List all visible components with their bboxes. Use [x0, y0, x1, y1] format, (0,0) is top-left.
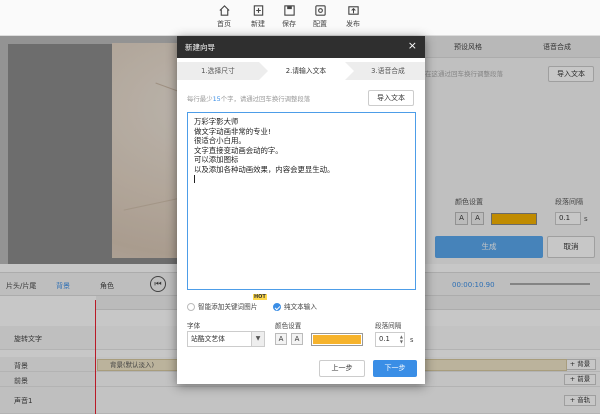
font-select-value: 站酷文艺体	[191, 335, 225, 343]
previous-step-button[interactable]: 上一步	[319, 360, 365, 377]
publish-icon	[347, 6, 359, 15]
step-voice-synthesis[interactable]: 3.语音合成	[345, 62, 425, 80]
hint-suffix: 个字，请通过回车换行调整段落	[220, 95, 311, 103]
toolbar-settings-button[interactable]: 配置	[303, 4, 337, 29]
toolbar-publish-label: 发布	[346, 20, 360, 28]
text-line: 万彩字影大师	[194, 117, 239, 126]
dialog-header: 新建向导 ×	[177, 36, 425, 58]
option-smart-label: 智能添加关键词图片	[198, 303, 258, 311]
toolbar-save-button[interactable]: 保存	[272, 4, 306, 29]
text-style-a2-button[interactable]: A	[291, 333, 303, 345]
next-step-button[interactable]: 下一步	[373, 360, 417, 377]
spacing-label: 段落间隔	[375, 322, 402, 330]
option-plain-label: 纯文本输入	[284, 303, 317, 311]
toolbar-publish-button[interactable]: 发布	[336, 4, 370, 29]
color-label: 颜色设置	[275, 322, 302, 330]
color-swatch-fill	[313, 335, 361, 344]
spacing-unit: s	[410, 336, 414, 344]
font-select[interactable]: 站酷文艺体 ▼	[187, 331, 265, 347]
toolbar-home-button[interactable]: 首页	[207, 4, 241, 29]
dialog-title: 新建向导	[185, 43, 215, 52]
save-icon	[283, 5, 295, 16]
option-smart-keyword-images[interactable]: 智能添加关键词图片	[187, 301, 257, 311]
plain-text-radio[interactable]	[273, 303, 281, 311]
text-line: 很适合小白用。	[194, 136, 246, 146]
import-text-button[interactable]: 导入文本	[368, 90, 414, 106]
color-swatch[interactable]	[311, 333, 363, 346]
step-arrow	[345, 62, 354, 80]
line-length-hint: 每行最少15个字，请通过回车换行调整段落	[187, 94, 310, 103]
smart-images-radio[interactable]	[187, 303, 195, 311]
settings-icon	[314, 5, 326, 16]
new-file-icon	[253, 5, 263, 16]
text-caret	[194, 174, 195, 183]
wizard-steps: 1.选择尺寸 2.请输入文本 3.语音合成	[177, 62, 425, 80]
close-icon[interactable]: ×	[408, 40, 417, 52]
hint-prefix: 每行最少	[187, 95, 213, 103]
text-line: 做文字动画非常的专业!	[194, 126, 271, 136]
toolbar-new-label: 新建	[251, 20, 265, 28]
home-icon	[218, 5, 230, 16]
top-toolbar: 首页 新建 保存 配置 发布	[0, 0, 600, 36]
spacing-input[interactable]: 0.1 ▲ ▼	[375, 332, 405, 347]
toolbar-save-label: 保存	[282, 20, 296, 28]
step-input-text[interactable]: 2.请输入文本	[259, 62, 345, 80]
option-plain-text[interactable]: 纯文本输入	[273, 301, 317, 311]
text-line: 以及添加各种动画效果，内容会更显生动。	[194, 164, 335, 174]
toolbar-new-button[interactable]: 新建	[241, 4, 275, 29]
hot-badge: HOT	[253, 294, 267, 300]
hint-number: 15	[212, 95, 221, 103]
text-line: 文字直接变动画会动的字。	[194, 145, 283, 155]
chevron-down-icon[interactable]: ▼	[251, 332, 264, 346]
spacing-input-value: 0.1	[379, 335, 390, 343]
text-style-a-button[interactable]: A	[275, 333, 287, 345]
text-line: 可以添加图标	[194, 155, 239, 165]
step-select-size[interactable]: 1.选择尺寸	[177, 62, 259, 80]
new-wizard-dialog: 新建向导 × 1.选择尺寸 2.请输入文本 3.语音合成 每行最少15个字，请通…	[177, 36, 425, 384]
toolbar-settings-label: 配置	[313, 20, 327, 28]
text-input-area[interactable]: 万彩字影大师 做文字动画非常的专业! 很适合小白用。 文字直接变动画会动的字。 …	[187, 112, 416, 290]
toolbar-home-label: 首页	[217, 20, 231, 28]
step-arrow	[259, 62, 268, 80]
stepper-icon[interactable]: ▲ ▼	[400, 334, 403, 344]
font-label: 字体	[187, 322, 201, 330]
